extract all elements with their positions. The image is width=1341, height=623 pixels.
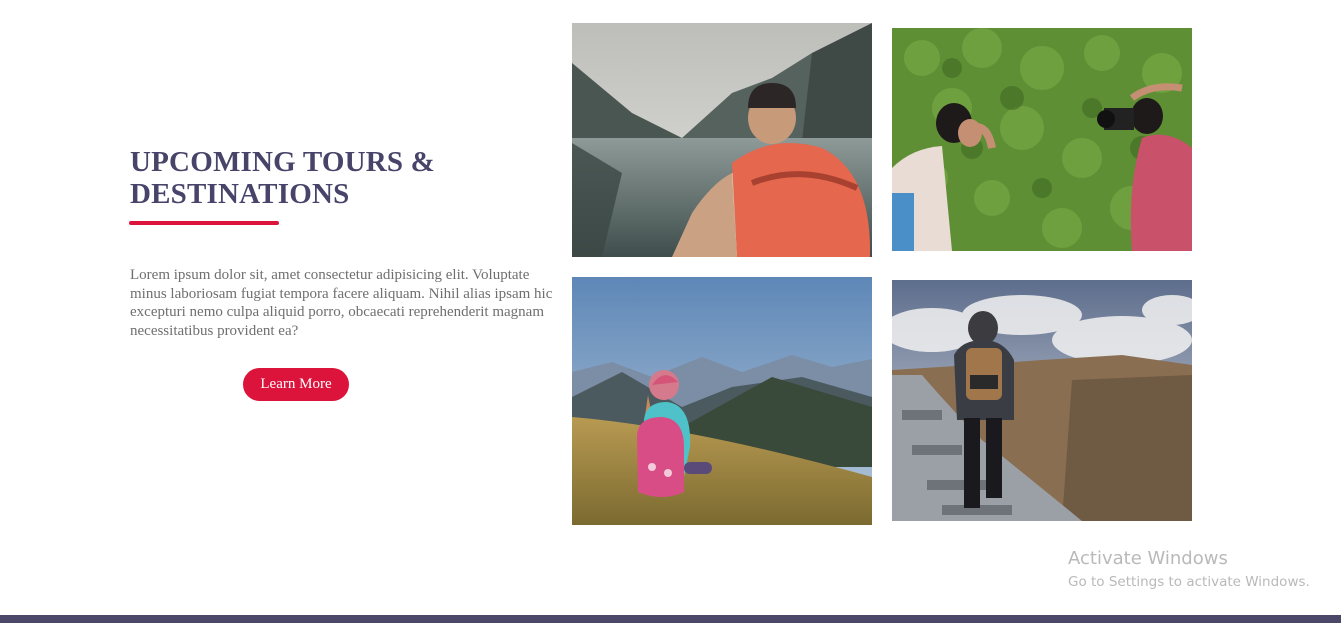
learn-more-button[interactable]: Learn More [243, 368, 349, 401]
windows-activation-subtitle: Go to Settings to activate Windows. [1068, 574, 1310, 590]
windows-activation-title: Activate Windows [1068, 548, 1228, 569]
section-title: UPCOMING TOURS & DESTINATIONS [130, 146, 436, 210]
footer-bar [0, 615, 1341, 623]
gallery-photo-rocky-path-hiker [892, 280, 1192, 521]
title-underline [129, 221, 279, 225]
gallery-photo-child-meadow [572, 277, 872, 525]
gallery-photo-lake-hiker [572, 23, 872, 257]
section-description: Lorem ipsum dolor sit, amet consectetur … [130, 267, 553, 339]
gallery-photo-ivy-photographers [892, 28, 1192, 251]
